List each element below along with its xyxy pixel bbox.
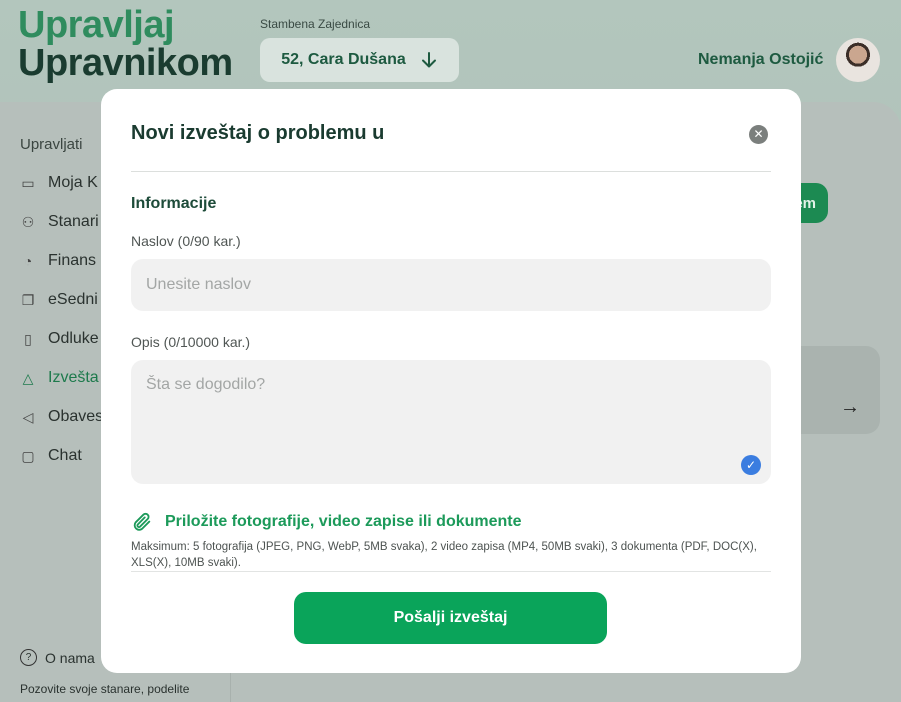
avatar[interactable] (836, 38, 880, 82)
sidebar-item-obavestenja[interactable]: ◁ Obaves (20, 408, 104, 426)
warning-icon: △ (22, 370, 34, 386)
title-input[interactable] (131, 259, 771, 311)
community-selector[interactable]: 52, Cara Dušana (260, 38, 459, 82)
title-label: Naslov (0/90 kar.) (131, 233, 241, 249)
document-icon: ▯ (24, 331, 32, 347)
community-label: Stambena Zajednica (260, 17, 371, 31)
attach-label: Priložite fotografije, video zapise ili … (165, 513, 522, 530)
sidebar-item-label: Stanari (48, 213, 99, 230)
submit-report-button[interactable]: Pošalji izveštaj (294, 592, 607, 644)
logo-line2: Upravnikom (18, 42, 233, 84)
chart-pie-icon: ◔ (23, 253, 33, 269)
sidebar-item-odluke[interactable]: ▯ Odluke (20, 330, 99, 348)
sidebar-item-label: Odluke (48, 330, 99, 347)
sidebar-item-moja[interactable]: ▭ Moja K (20, 174, 98, 192)
help-icon: ? (20, 649, 37, 666)
about-subtext: Pozovite svoje stanare, podelite (20, 682, 190, 696)
arrow-down-icon (421, 52, 436, 68)
description-label: Opis (0/10000 kar.) (131, 334, 251, 350)
megaphone-icon: ◁ (22, 409, 34, 425)
users-icon: ⚇ (21, 214, 35, 230)
logo[interactable]: Upravljaj Upravnikom (18, 6, 233, 82)
sidebar-item-stanari[interactable]: ⚇ Stanari (20, 213, 99, 231)
sidebar-item-label: Obaves (48, 408, 104, 425)
community-value: 52, Cara Dušana (281, 51, 406, 68)
section-heading: Informacije (131, 195, 217, 212)
sidebar-item-finansije[interactable]: ◔ Finans (20, 252, 96, 270)
attach-hint: Maksimum: 5 fotografija (JPEG, PNG, WebP… (131, 541, 757, 569)
sidebar-item-izvestaji[interactable]: △ Izvešta (20, 369, 99, 387)
divider (131, 171, 771, 172)
sidebar-item-label: eSedni (48, 291, 98, 308)
modal-title: Novi izveštaj o problemu u (131, 122, 385, 144)
copy-icon: ❐ (21, 292, 35, 308)
sidebar-title: Upravljati (20, 136, 83, 153)
sidebar-item-esednice[interactable]: ❐ eSedni (20, 291, 98, 309)
report-modal: Novi izveštaj o problemu u ✕ Informacije… (101, 89, 801, 673)
sidebar-item-chat[interactable]: ▢ Chat (20, 447, 82, 465)
arrow-right-icon[interactable]: → (840, 396, 860, 419)
paperclip-icon (133, 512, 151, 531)
close-icon[interactable]: ✕ (749, 125, 768, 144)
attach-files-button[interactable]: Priložite fotografije, video zapise ili … (131, 511, 522, 533)
description-input[interactable] (131, 360, 771, 484)
sidebar-item-label: Finans (48, 252, 97, 269)
about-link[interactable]: ? O nama (20, 649, 95, 666)
user-name[interactable]: Nemanja Ostojić (698, 51, 823, 69)
sidebar-item-label: Moja K (48, 174, 98, 191)
card-icon: ▭ (21, 175, 35, 191)
check-icon: ✓ (741, 455, 761, 475)
chat-icon: ▢ (21, 448, 35, 464)
about-label: O nama (45, 649, 95, 666)
logo-line1: Upravljaj (18, 4, 175, 46)
divider (131, 571, 771, 572)
sidebar-item-label: Chat (48, 447, 82, 464)
sidebar-item-label: Izvešta (48, 369, 99, 386)
